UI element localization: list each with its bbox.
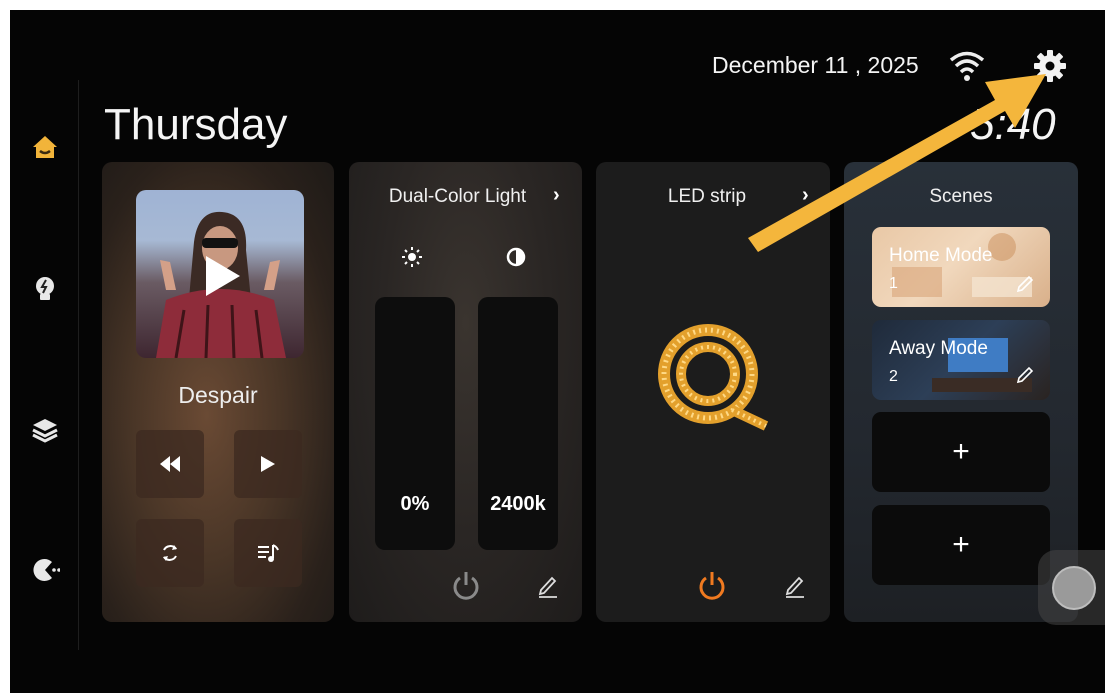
scenes-card: Scenes Home Mode 1 Away Mode 2 + + [844,162,1078,622]
chevron-right-icon[interactable]: › [553,184,560,207]
play-icon[interactable] [202,254,242,298]
sidebar [10,80,79,650]
scene-name: Home Mode [889,245,993,266]
color-temp-slider[interactable]: 2400k [478,297,558,550]
led-strip-icon [658,324,769,431]
playlist-icon [258,544,279,562]
scene-away-image [932,338,1032,392]
music-player-card: Despair [102,162,334,622]
add-scene-button[interactable]: + [872,412,1050,492]
floating-assistive-button[interactable] [1038,550,1105,625]
dual-light-title: Dual-Color Light [388,186,527,207]
led-strip-card[interactable]: LED strip › [596,162,830,622]
add-scene-button[interactable]: + [872,505,1050,585]
brightness-icon [402,247,422,267]
repeat-icon [163,545,177,561]
scene-number: 1 [889,275,898,292]
song-title: Despair [178,382,258,408]
clock-time: 5:40 [970,100,1056,149]
power-icon[interactable] [451,570,481,602]
game-icon[interactable] [30,555,60,585]
scene-name: Away Mode [889,338,988,359]
chevron-right-icon[interactable]: › [802,184,809,207]
layers-icon[interactable] [30,415,60,445]
scene-number: 2 [889,368,898,385]
bulb-icon[interactable] [30,274,60,304]
power-on-icon[interactable] [697,570,727,602]
scene-away-mode[interactable]: Away Mode 2 [872,320,1050,400]
contrast-icon [506,247,526,267]
brightness-value: 0% [400,493,430,515]
date-label: December 11 , 2025 [712,52,919,78]
playlist-button[interactable] [234,519,302,587]
rewind-icon [160,456,180,472]
dual-color-light-card[interactable]: Dual-Color Light › 0% 2400k [349,162,582,622]
wifi-icon[interactable] [948,50,986,82]
home-icon[interactable] [30,132,60,162]
edit-icon[interactable] [537,574,559,598]
forward-icon [261,456,275,472]
app-screen: December 11 , 2025 Thursday 5:40 Despair… [10,10,1105,693]
edit-icon[interactable] [784,574,806,598]
led-strip-title: LED strip [667,186,747,207]
gear-icon[interactable] [1032,48,1068,84]
color-temp-value: 2400k [490,493,546,515]
day-title: Thursday [104,100,288,149]
scene-home-image [892,233,1032,297]
forward-button[interactable] [234,430,302,498]
rewind-button[interactable] [136,430,204,498]
scenes-title: Scenes [929,186,993,207]
edit-icon[interactable] [1016,273,1036,293]
brightness-slider[interactable]: 0% [375,297,455,550]
floating-dot [1052,566,1096,610]
album-art[interactable] [136,190,304,358]
scene-home-mode[interactable]: Home Mode 1 [872,227,1050,307]
repeat-button[interactable] [136,519,204,587]
edit-icon[interactable] [1016,364,1036,384]
